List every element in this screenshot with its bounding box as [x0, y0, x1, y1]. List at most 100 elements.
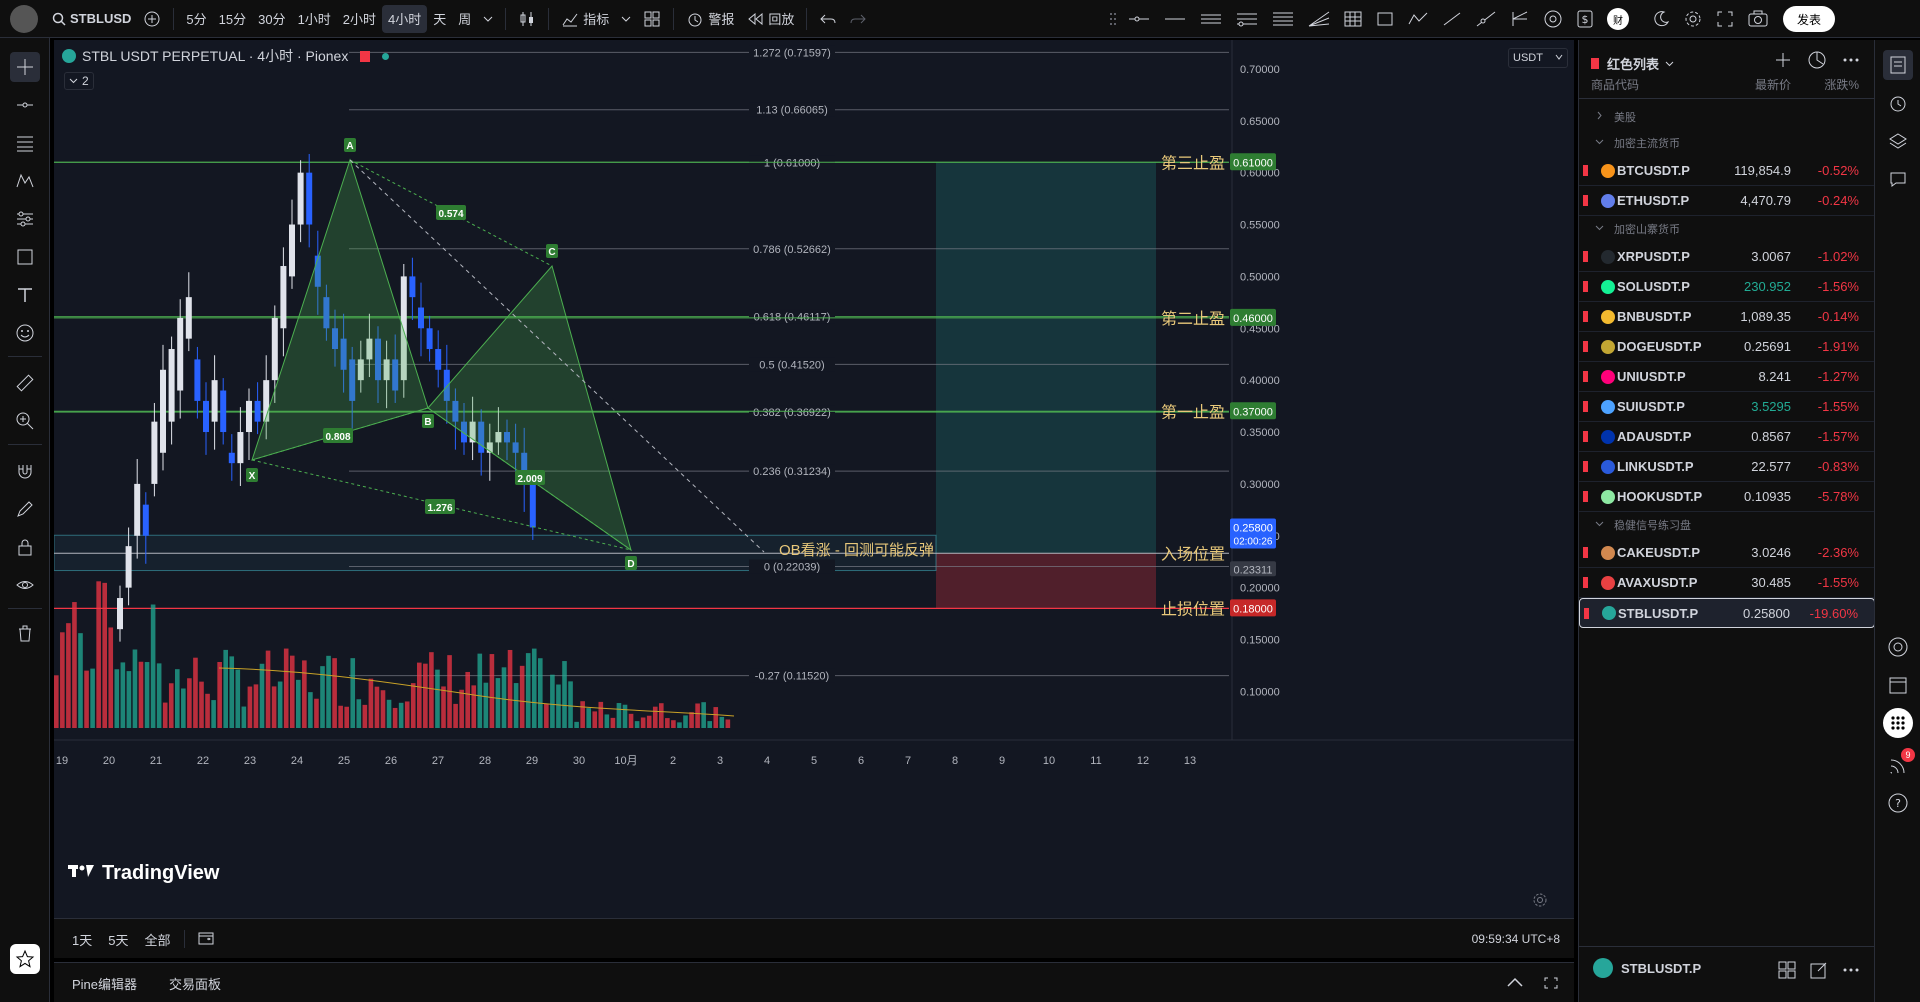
symbol-search-button[interactable]: STBLUSD — [46, 5, 137, 33]
stay-in-drawing-tool[interactable] — [10, 494, 40, 524]
timeframe-3[interactable]: 1小时 — [292, 5, 337, 33]
watchlist-row[interactable]: ETHUSDT.P 4,470.79 -0.24% — [1579, 186, 1875, 216]
watchlist-row[interactable]: BTCUSDT.P 119,854.9 -0.52% — [1579, 156, 1875, 186]
timeframe-2[interactable]: 30分 — [252, 5, 291, 33]
edit-button[interactable] — [1809, 960, 1829, 983]
col-price[interactable]: 最新价 — [1755, 76, 1791, 93]
target-toggle[interactable] — [1883, 632, 1913, 662]
fullscreen-button[interactable] — [1709, 5, 1741, 33]
watchlist-row[interactable]: AVAXUSDT.P 30.485 -1.55% — [1579, 568, 1875, 598]
redo-button[interactable] — [843, 5, 873, 33]
fib-fan-tool[interactable] — [1301, 5, 1337, 33]
watchlist-row[interactable]: HOOKUSDT.P 0.10935 -5.78% — [1579, 482, 1875, 512]
go-to-date-button[interactable] — [191, 930, 221, 949]
path-tool[interactable] — [1401, 5, 1435, 33]
chart-area[interactable]: 0.70000 0.65000 0.60000 0.55000 0.50000 0.450… — [54, 40, 1574, 918]
maximize-panel-button[interactable] — [1542, 975, 1560, 994]
chart-canvas[interactable]: 0.700000.650000.600000.550000.500000.450… — [54, 40, 1574, 918]
calendar-toggle[interactable] — [1883, 670, 1913, 700]
publish-button[interactable]: 发表 — [1783, 6, 1835, 32]
watchlist-group[interactable]: 美股 — [1579, 104, 1875, 130]
lock-drawings-tool[interactable] — [10, 532, 40, 562]
trend-line-tool[interactable] — [1435, 5, 1469, 33]
help-toggle[interactable]: ? — [1883, 788, 1913, 818]
fib-tool[interactable] — [10, 128, 40, 158]
hide-drawings-tool[interactable] — [10, 570, 40, 600]
col-symbol[interactable]: 商品代码 — [1591, 76, 1639, 93]
object-tree-toggle[interactable] — [1883, 126, 1913, 156]
settings-button[interactable] — [1677, 5, 1709, 33]
compare-symbol-button[interactable] — [137, 5, 167, 33]
details-layout-button[interactable] — [1777, 960, 1797, 983]
timeframe-7[interactable]: 周 — [452, 5, 477, 33]
target-tool[interactable] — [1537, 5, 1569, 33]
fib-retracement-tool[interactable] — [1229, 5, 1265, 33]
watchlist-row[interactable]: XRPUSDT.P 3.0067 -1.02% — [1579, 242, 1875, 272]
timeframe-1[interactable]: 15分 — [213, 5, 252, 33]
trend-line-tool[interactable] — [10, 90, 40, 120]
forecast-tool[interactable] — [10, 204, 40, 234]
tab-pine-editor[interactable]: Pine编辑器 — [72, 974, 153, 993]
moon-tool[interactable] — [1645, 5, 1677, 33]
watchlist-row[interactable]: DOGEUSDT.P 0.25691 -1.91% — [1579, 332, 1875, 362]
zoom-tool[interactable] — [10, 406, 40, 436]
user-avatar[interactable] — [10, 4, 38, 33]
add-symbol-button[interactable] — [1773, 50, 1793, 73]
indicators-button[interactable]: 指标 — [555, 5, 615, 33]
timeframe-4[interactable]: 2小时 — [337, 5, 382, 33]
currency-selector[interactable]: USDT — [1508, 48, 1568, 68]
indicators-dropdown[interactable] — [615, 5, 637, 33]
dollar-tool[interactable]: $ — [1569, 5, 1601, 33]
timeframe-0[interactable]: 5分 — [180, 5, 212, 33]
watchlist-row[interactable]: CAKEUSDT.P 3.0246 -2.36% — [1579, 538, 1875, 568]
horizontal-ray-tool[interactable] — [1121, 5, 1157, 33]
apps-toggle[interactable] — [1883, 708, 1913, 738]
selected-symbol-footer[interactable]: STBLUSDT.P — [1593, 958, 1701, 978]
emoji-tool[interactable] — [10, 318, 40, 348]
range-5d-button[interactable]: 5天 — [100, 930, 136, 949]
clock-display[interactable]: 09:59:34 UTC+8 — [1472, 919, 1560, 959]
advanced-view-button[interactable] — [1807, 50, 1827, 73]
shape-tool[interactable] — [10, 242, 40, 272]
watchlist-row[interactable]: SUIUSDT.P 3.5295 -1.55% — [1579, 392, 1875, 422]
range-all-button[interactable]: 全部 — [136, 930, 178, 949]
timeframe-dropdown[interactable] — [477, 5, 499, 33]
alerts-toggle[interactable] — [1883, 88, 1913, 118]
undo-button[interactable] — [813, 5, 843, 33]
watchlist-group[interactable]: 加密主流货币 — [1579, 130, 1875, 156]
pitchfork-tool[interactable] — [1503, 5, 1537, 33]
watchlist-row[interactable]: LINKUSDT.P 22.577 -0.83% — [1579, 452, 1875, 482]
text-tool[interactable] — [10, 280, 40, 310]
pattern-tool[interactable] — [10, 166, 40, 196]
tab-trading-panel[interactable]: 交易面板 — [153, 974, 237, 993]
range-1d-button[interactable]: 1天 — [64, 930, 100, 949]
alert-button[interactable]: 警报 — [680, 5, 740, 33]
grid-tool[interactable] — [1337, 5, 1369, 33]
crosshair-tool[interactable] — [10, 52, 40, 82]
watchlist-toggle[interactable] — [1883, 50, 1913, 80]
magnet-tool[interactable] — [10, 456, 40, 486]
watchlist-row[interactable]: UNIUSDT.P 8.241 -1.27% — [1579, 362, 1875, 392]
chat-toggle[interactable] — [1883, 164, 1913, 194]
fib-extension-tool[interactable] — [1265, 5, 1301, 33]
watchlist-row[interactable]: SOLUSDT.P 230.952 -1.56% — [1579, 272, 1875, 302]
legend-collapse-button[interactable]: 2 — [64, 72, 94, 90]
watchlist-row[interactable]: STBLUSDT.P 0.25800 -19.60% — [1579, 598, 1875, 628]
layout-templates-button[interactable] — [637, 5, 667, 33]
more-options-button[interactable] — [1841, 960, 1861, 983]
watchlist-row[interactable]: ADAUSDT.P 0.8567 -1.57% — [1579, 422, 1875, 452]
timeframe-6[interactable]: 天 — [427, 5, 452, 33]
parallel-channel-tool[interactable] — [1193, 5, 1229, 33]
remove-drawings-tool[interactable] — [10, 618, 40, 648]
favorites-button[interactable] — [10, 944, 40, 974]
watchlist-group[interactable]: 加密山寨货币 — [1579, 216, 1875, 242]
watchlist-row[interactable]: BNBUSDT.P 1,089.35 -0.14% — [1579, 302, 1875, 332]
more-options-button[interactable] — [1841, 50, 1861, 73]
chart-type-button[interactable] — [512, 5, 542, 33]
chart-settings-button[interactable] — [1532, 892, 1548, 911]
profile-badge[interactable]: 财 — [1601, 5, 1635, 33]
col-change[interactable]: 涨跌% — [1824, 76, 1859, 93]
ruler-tool[interactable] — [10, 368, 40, 398]
watchlist-group[interactable]: 稳健信号练习盘 — [1579, 512, 1875, 538]
horizontal-line-tool[interactable] — [1157, 5, 1193, 33]
